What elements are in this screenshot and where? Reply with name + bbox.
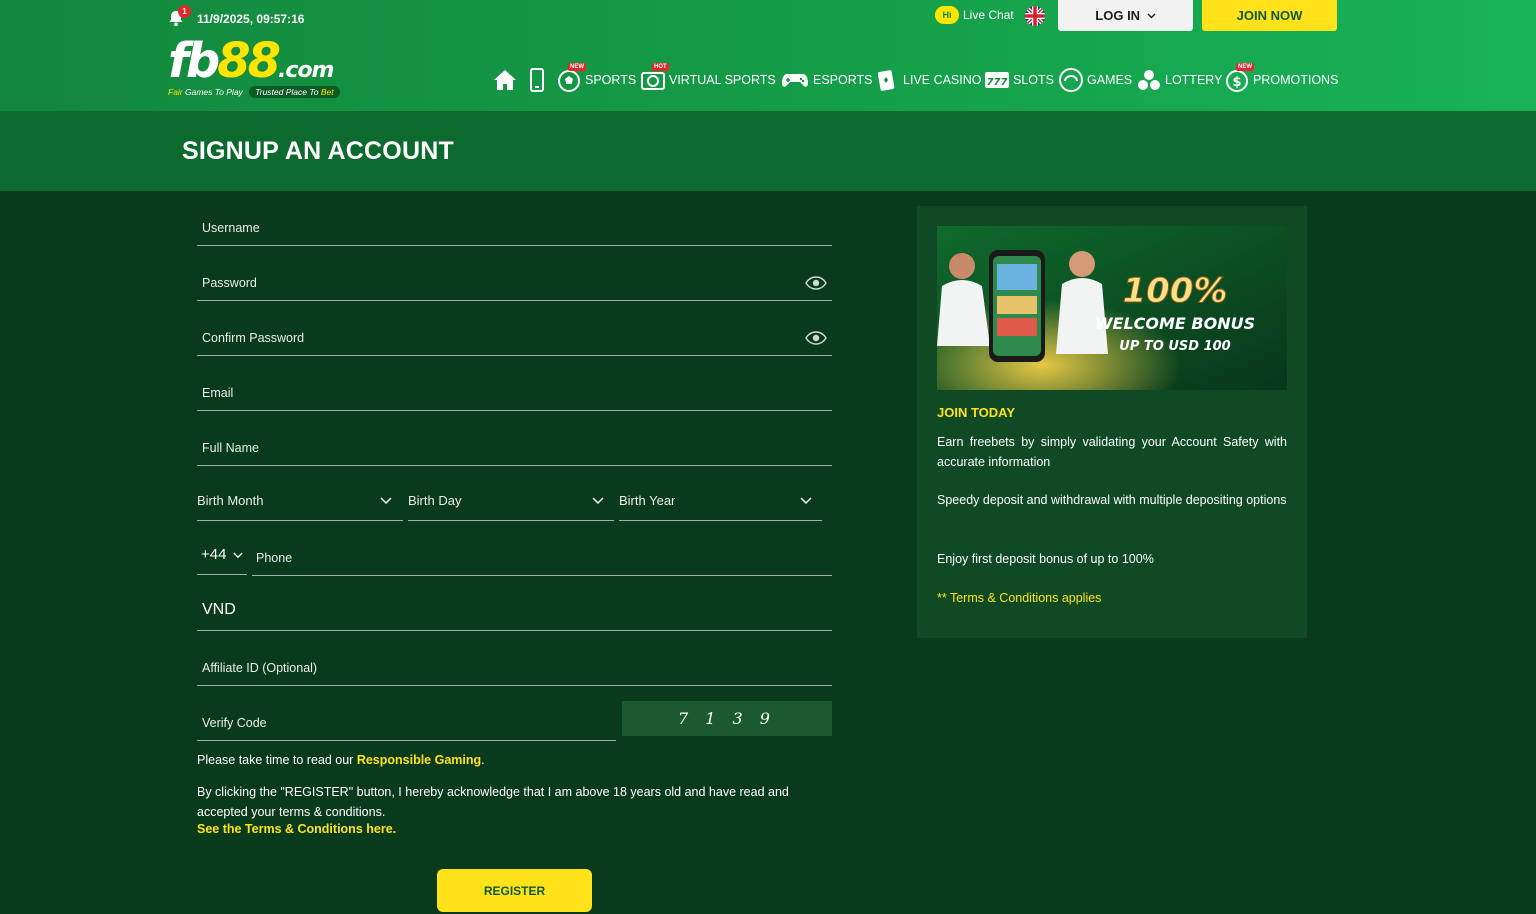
full-name-field[interactable]: Full Name [197, 434, 832, 466]
birth-day-label: Birth Day [408, 493, 462, 508]
logo-tagline: Fair Games To Play Trusted Place To Bet [168, 86, 340, 98]
chat-bubble-icon: Hi [935, 6, 959, 24]
nav-home[interactable] [492, 64, 518, 96]
chevron-down-icon [592, 497, 604, 505]
chevron-down-icon [233, 552, 243, 559]
banner-headline: 100% [1122, 271, 1227, 311]
notification-count-badge: 1 [178, 5, 191, 18]
nav-promotions-label: PROMOTIONS [1253, 73, 1339, 87]
lottery-balls-icon [1138, 70, 1160, 90]
nav-games[interactable]: GAMES [1058, 64, 1132, 96]
players-illustration-icon [937, 250, 1108, 362]
eye-icon[interactable] [805, 276, 827, 290]
gamepad-icon [782, 74, 808, 87]
terms-conditions-link[interactable]: See the Terms & Conditions here. [197, 822, 396, 836]
chevron-down-icon [1147, 13, 1156, 18]
svg-text:777: 777 [987, 77, 1008, 88]
login-button[interactable]: LOG IN [1058, 0, 1193, 31]
currency-field[interactable] [197, 599, 832, 631]
nav-virtual-sports-label: VIRTUAL SPORTS [669, 73, 776, 87]
birth-year-label: Birth Year [619, 493, 676, 508]
logo-com: .com [278, 58, 334, 83]
welcome-bonus-banner[interactable]: 100% WELCOME BONUS UP TO USD 100 [937, 226, 1287, 390]
full-name-placeholder: Full Name [202, 441, 259, 455]
nav-virtual-sports[interactable]: HOT VIRTUAL SPORTS [640, 63, 776, 96]
responsible-gaming-text: Please take time to read our Responsible… [197, 753, 485, 767]
username-placeholder: Username [202, 221, 260, 235]
promo-paragraph-2: Speedy deposit and withdrawal with multi… [937, 493, 1287, 507]
slots-777-icon: 777 [985, 72, 1009, 88]
confirm-password-field[interactable]: Confirm Password [197, 324, 832, 356]
nav-esports[interactable]: ESPORTS [780, 64, 873, 96]
hot-badge: HOT [652, 63, 669, 71]
current-datetime: 11/9/2025, 09:57:16 [197, 12, 305, 26]
cards-icon [877, 70, 895, 91]
chevron-down-icon [800, 497, 812, 505]
games-icon [1059, 68, 1083, 92]
affiliate-placeholder: Affiliate ID (Optional) [202, 661, 318, 675]
email-placeholder: Email [202, 386, 234, 400]
verify-placeholder: Verify Code [202, 716, 267, 730]
banner-line2: WELCOME BONUS [1095, 314, 1255, 333]
new-badge: NEW [568, 63, 586, 71]
email-field[interactable]: Email [197, 379, 832, 411]
phone-placeholder: Phone [256, 551, 293, 565]
responsible-gaming-link[interactable]: Responsible Gaming [357, 753, 481, 767]
birth-year-select[interactable]: Birth Year [619, 493, 822, 521]
login-label: LOG IN [1095, 7, 1141, 23]
nav-lottery[interactable]: LOTTERY [1136, 64, 1222, 96]
confirm-password-placeholder: Confirm Password [202, 331, 305, 345]
nav-games-label: GAMES [1087, 73, 1133, 87]
home-icon [494, 70, 516, 90]
password-placeholder: Password [202, 276, 257, 290]
register-button[interactable]: REGISTER [437, 869, 592, 912]
birth-day-select[interactable]: Birth Day [408, 493, 614, 521]
currency-value: VND [202, 601, 236, 618]
phone-field[interactable]: Phone [252, 544, 832, 576]
nav-live-casino-label: LIVE CASINO [903, 73, 982, 87]
phone-prefix: +44 [201, 546, 227, 563]
chevron-down-icon [380, 497, 392, 505]
site-header: 1 11/9/2025, 09:57:16 fb88.com Fair Game… [0, 0, 1536, 111]
eye-icon[interactable] [805, 331, 827, 345]
new-badge: NEW [1236, 63, 1254, 71]
promo-paragraph-3: Enjoy first deposit bonus of up to 100% [937, 552, 1154, 566]
live-chat-label: Live Chat [963, 8, 1014, 22]
nav-lottery-label: LOTTERY [1165, 73, 1223, 87]
svg-text:$: $ [1232, 75, 1241, 90]
page-title: SIGNUP AN ACCOUNT [182, 137, 454, 165]
captcha-image[interactable]: 7 1 3 9 [622, 701, 832, 736]
logo-88: 88 [217, 33, 281, 89]
uk-flag-icon[interactable] [1025, 6, 1045, 26]
nav-slots[interactable]: 777 SLOTS [984, 64, 1054, 96]
nav-mobile[interactable] [528, 64, 546, 96]
username-field[interactable]: Username [197, 214, 832, 246]
site-logo[interactable]: fb88.com Fair Games To Play Trusted Plac… [168, 34, 348, 100]
mobile-phone-icon [530, 68, 544, 92]
join-now-button[interactable]: JOIN NOW [1202, 0, 1337, 31]
promo-panel: 100% WELCOME BONUS UP TO USD 100 JOIN TO… [917, 206, 1307, 638]
banner-line3: UP TO USD 100 [1119, 339, 1230, 354]
logo-fb: fb [168, 33, 220, 89]
nav-sports-label: SPORTS [585, 73, 637, 87]
birth-month-label: Birth Month [197, 493, 264, 508]
birth-month-select[interactable]: Birth Month [197, 493, 403, 521]
promo-heading: JOIN TODAY [937, 405, 1016, 420]
password-field[interactable]: Password [197, 269, 832, 301]
nav-promotions[interactable]: $ NEW PROMOTIONS [1224, 63, 1339, 96]
verify-code-field[interactable]: Verify Code [197, 709, 616, 741]
nav-sports[interactable]: NEW SPORTS [556, 63, 637, 96]
live-chat-link[interactable]: Hi Live Chat [935, 5, 1014, 25]
promo-paragraph-1: Earn freebets by simply validating your … [937, 435, 1287, 469]
phone-country-code-select[interactable]: +44 [197, 546, 247, 575]
nav-slots-label: SLOTS [1013, 73, 1054, 87]
nav-live-casino[interactable]: LIVE CASINO [876, 64, 982, 96]
acknowledgement-text: By clicking the "REGISTER" button, I her… [197, 785, 789, 819]
affiliate-id-field[interactable]: Affiliate ID (Optional) [197, 654, 832, 686]
nav-esports-label: ESPORTS [813, 73, 873, 87]
promo-terms-link[interactable]: ** Terms & Conditions applies [937, 591, 1101, 605]
